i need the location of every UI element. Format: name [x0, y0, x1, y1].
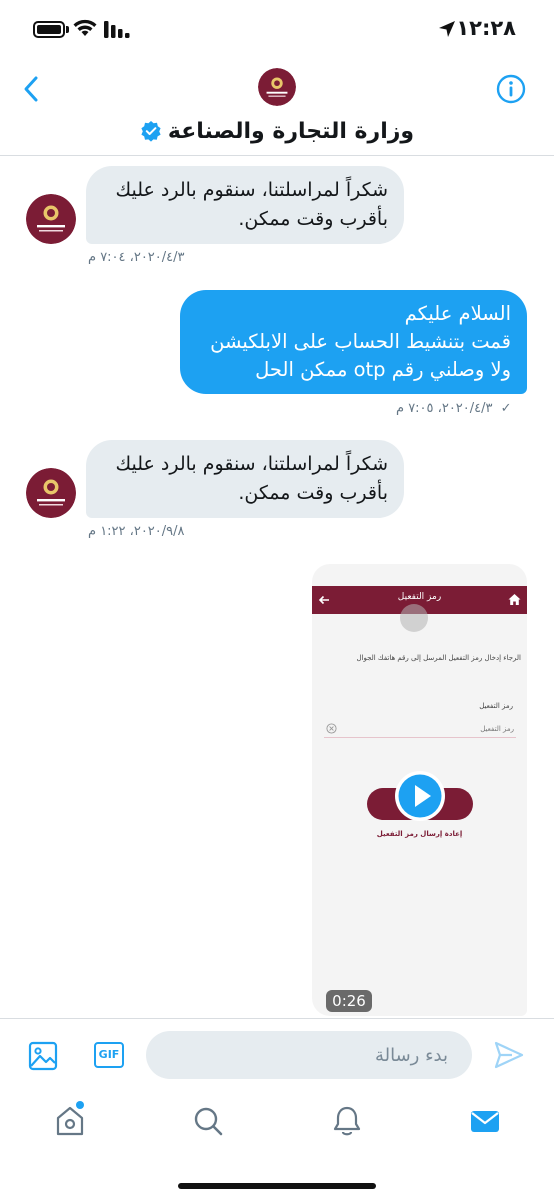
notification-dot — [76, 1101, 84, 1109]
message-timestamp: ٢٠٢٠/٤/٣، ٧:٠٤ م — [88, 250, 185, 265]
gif-icon[interactable]: GIF — [94, 1042, 124, 1068]
avatar[interactable] — [26, 194, 76, 244]
image-icon[interactable] — [28, 1041, 58, 1071]
home-indicator — [178, 1183, 376, 1189]
send-icon[interactable] — [494, 1041, 524, 1069]
message-timestamp: ٢٠٢٠/٩/٨، ١:٢٢ م — [88, 524, 185, 539]
message-line: قمت بتنشيط الحساب على الابلكيشن — [210, 330, 511, 353]
touch-indicator — [400, 604, 428, 632]
message-input[interactable] — [146, 1031, 472, 1079]
message-line: بأقرب وقت ممكن. — [238, 482, 388, 504]
verified-badge-icon — [141, 121, 161, 142]
message-line: السلام عليكم — [404, 302, 511, 325]
clear-icon — [326, 723, 337, 734]
video-attachment[interactable]: رمز التفعيل الرجاء إدخال رمز التفعيل الم… — [312, 564, 527, 1016]
video-field-placeholder: رمز التفعيل — [480, 725, 514, 733]
conversation-header: وزارة التجارة والصناعة — [0, 62, 554, 156]
message-timestamp-row: ✓ ٢٠٢٠/٤/٣، ٧:٠٥ م — [396, 401, 512, 416]
page-title: وزارة التجارة والصناعة — [167, 118, 415, 144]
video-instruction-text: الرجاء إدخال رمز التفعيل المرسل إلى رقم … — [356, 654, 521, 662]
message-bubble-outgoing[interactable]: السلام عليكم قمت بتنشيط الحساب على الابل… — [180, 290, 527, 394]
message-line: بأقرب وقت ممكن. — [238, 208, 388, 230]
play-icon[interactable] — [394, 770, 446, 822]
header-title-row: وزارة التجارة والصناعة — [0, 116, 554, 146]
messages-icon[interactable] — [468, 1104, 502, 1138]
search-icon[interactable] — [191, 1104, 225, 1138]
home-icon[interactable] — [53, 1104, 87, 1138]
message-bubble-incoming[interactable]: شكراً لمراسلتنا، سنقوم بالرد عليك بأقرب … — [86, 440, 404, 518]
status-bar: ١٢:٢٨ — [0, 0, 554, 62]
message-line: شكراً لمراسلتنا، سنقوم بالرد عليك — [115, 179, 389, 201]
signal-bars-icon — [104, 21, 130, 38]
message-line: شكراً لمراسلتنا، سنقوم بالرد عليك — [115, 453, 389, 475]
location-arrow-icon — [439, 21, 455, 37]
video-duration-badge: 0:26 — [326, 990, 372, 1012]
battery-icon — [33, 21, 65, 38]
battery-nub — [66, 26, 69, 33]
video-screen-title: رمز التفعيل — [397, 592, 442, 602]
video-app-bar: رمز التفعيل — [312, 586, 527, 632]
video-code-field: رمز التفعيل — [324, 720, 516, 738]
notifications-icon[interactable] — [330, 1104, 364, 1138]
avatar[interactable] — [26, 468, 76, 518]
video-resend-link: إعادة إرسال رمز التفعيل — [376, 830, 463, 838]
message-timestamp: ٢٠٢٠/٤/٣، ٧:٠٥ م — [396, 401, 493, 416]
message-composer: GIF — [0, 1018, 554, 1090]
info-icon[interactable] — [496, 74, 526, 104]
home-icon — [508, 594, 521, 605]
chevron-left-icon[interactable] — [18, 74, 46, 104]
gif-label: GIF — [98, 1048, 120, 1061]
message-line: ولا وصلني رقم otp ممكن الحل — [255, 358, 511, 381]
avatar[interactable] — [258, 68, 296, 106]
wifi-icon — [73, 19, 97, 36]
status-time: ١٢:٢٨ — [456, 16, 516, 40]
message-status: ✓ — [500, 401, 512, 416]
message-bubble-incoming[interactable]: شكراً لمراسلتنا، سنقوم بالرد عليك بأقرب … — [86, 166, 404, 244]
video-field-label: رمز التفعيل — [479, 702, 513, 710]
